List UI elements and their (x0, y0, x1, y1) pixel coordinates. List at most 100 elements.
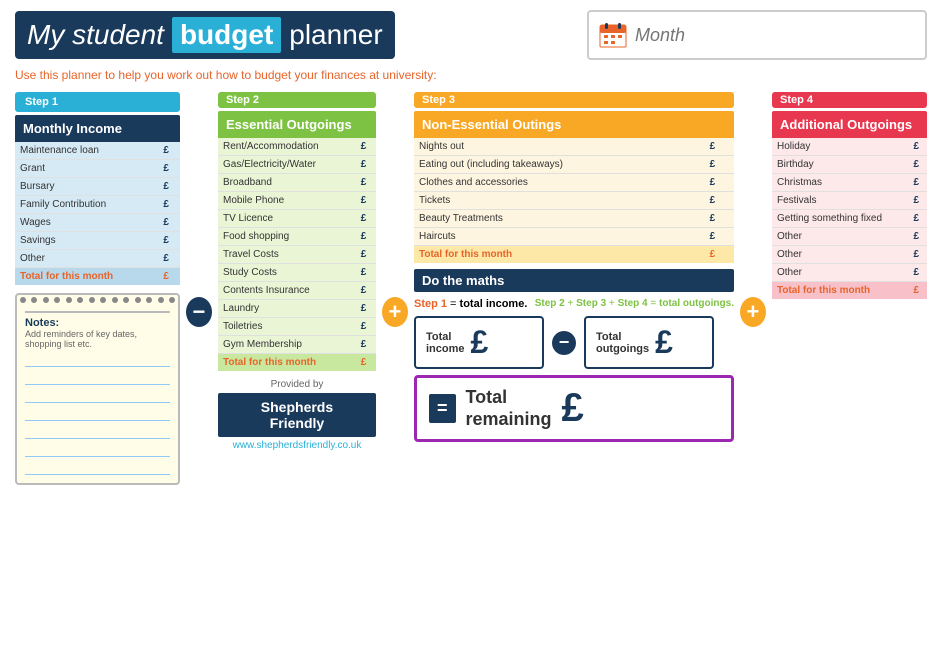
note-line (25, 387, 170, 403)
step1-column: Step 1 Monthly Income Maintenance loan£G… (15, 92, 180, 485)
note-line (25, 459, 170, 475)
title-my: My student (27, 19, 164, 51)
step2-table: Rent/Accommodation£Gas/Electricity/Water… (218, 138, 376, 371)
shepherds-brand: Shepherds Friendly (218, 393, 376, 437)
row-label: Birthday (772, 156, 909, 174)
row-value: £ (909, 174, 927, 192)
month-input-wrap[interactable] (587, 10, 927, 60)
step3-header: Non-Essential Outings (414, 111, 734, 138)
table-row: Nights out£ (414, 138, 734, 156)
table-row: Other£ (772, 264, 927, 282)
row-value: £ (356, 300, 376, 318)
table-row: Grant£ (15, 160, 180, 178)
total-remaining-label: Totalremaining (466, 387, 552, 430)
table-row: TV Licence£ (218, 210, 376, 228)
step1-label: Step 1 (15, 92, 180, 112)
row-label: Total for this month (15, 268, 158, 286)
table-row: Broadband£ (218, 174, 376, 192)
plus-operator-1: + (382, 297, 408, 327)
total-income-pound: £ (471, 324, 489, 361)
row-value: £ (356, 192, 376, 210)
do-maths-title: Do the maths (414, 269, 734, 292)
spiral-dot (89, 297, 95, 303)
row-value: £ (705, 174, 734, 192)
spiral-dot (112, 297, 118, 303)
row-value: £ (356, 318, 376, 336)
income-outgoing-row: Totalincome £ − Totaloutgoings £ (414, 316, 734, 369)
table-row: Toiletries£ (218, 318, 376, 336)
row-value: £ (158, 214, 180, 232)
spiral-dot (123, 297, 129, 303)
row-value: £ (356, 210, 376, 228)
row-value: £ (356, 228, 376, 246)
month-input[interactable] (635, 25, 915, 46)
table-row: Other£ (772, 246, 927, 264)
total-outgoing-pound: £ (655, 324, 673, 361)
step3-column: Step 3 Non-Essential Outings Nights out£… (414, 92, 734, 263)
table-row: Maintenance loan£ (15, 142, 180, 160)
maths-step1-text: Step 1 = total income. (414, 298, 527, 310)
spiral-dot (20, 297, 26, 303)
table-row: Food shopping£ (218, 228, 376, 246)
table-row: Gas/Electricity/Water£ (218, 156, 376, 174)
row-label: Food shopping (218, 228, 356, 246)
table-row: Tickets£ (414, 192, 734, 210)
shepherds-url: www.shepherdsfriendly.co.uk (218, 440, 376, 451)
note-line (25, 405, 170, 421)
step4-section: Additional Outgoings Holiday£Birthday£Ch… (772, 111, 927, 299)
row-label: Festivals (772, 192, 909, 210)
note-line (25, 423, 170, 439)
table-row: Festivals£ (772, 192, 927, 210)
step1-ref: Step 1 (414, 298, 447, 310)
notes-subtitle: Add reminders of key dates, shopping lis… (25, 329, 170, 349)
step4-column: Step 4 Additional Outgoings Holiday£Birt… (772, 92, 927, 299)
step1-header: Monthly Income (15, 115, 180, 142)
row-value: £ (158, 196, 180, 214)
row-label: TV Licence (218, 210, 356, 228)
main-grid: Step 1 Monthly Income Maintenance loan£G… (15, 92, 927, 485)
row-label: Travel Costs (218, 246, 356, 264)
row-value: £ (356, 246, 376, 264)
total-outgoing-box: Totaloutgoings £ (584, 316, 714, 369)
row-value: £ (356, 354, 376, 372)
row-value: £ (909, 192, 927, 210)
total-income-label: Totalincome (426, 331, 465, 355)
row-value: £ (909, 282, 927, 300)
calendar-icon (599, 21, 627, 49)
table-row: Getting something fixed£ (772, 210, 927, 228)
maths-steps: Step 1 = total income. Step 2 + Step 3 +… (414, 298, 734, 310)
table-row: Travel Costs£ (218, 246, 376, 264)
table-row: Mobile Phone£ (218, 192, 376, 210)
note-line (25, 369, 170, 385)
spiral-dot (146, 297, 152, 303)
table-row: Eating out (including takeaways)£ (414, 156, 734, 174)
row-value: £ (158, 250, 180, 268)
total-income-box: Totalincome £ (414, 316, 544, 369)
row-value: £ (909, 228, 927, 246)
notes-spiral (17, 295, 178, 305)
row-label: Holiday (772, 138, 909, 156)
row-label: Other (772, 264, 909, 282)
row-label: Total for this month (218, 354, 356, 372)
step3-table: Nights out£Eating out (including takeawa… (414, 138, 734, 263)
row-value: £ (356, 174, 376, 192)
row-value: £ (705, 228, 734, 246)
spiral-dot (158, 297, 164, 303)
total-remaining-box: = Totalremaining £ (414, 375, 734, 442)
row-value: £ (909, 138, 927, 156)
step1-table: Maintenance loan£Grant£Bursary£Family Co… (15, 142, 180, 285)
step3-section: Non-Essential Outings Nights out£Eating … (414, 111, 734, 263)
table-row: Total for this month£ (218, 354, 376, 372)
maths-step234-text: Step 2 + Step 3 + Step 4 = total outgoin… (535, 298, 734, 310)
spiral-dot (31, 297, 37, 303)
notes-box: Notes: Add reminders of key dates, shopp… (15, 293, 180, 485)
row-label: Other (15, 250, 158, 268)
row-label: Tickets (414, 192, 705, 210)
table-row: Holiday£ (772, 138, 927, 156)
header: My student budget planner (15, 10, 927, 60)
row-label: Clothes and accessories (414, 174, 705, 192)
row-label: Mobile Phone (218, 192, 356, 210)
title-block: My student budget planner (15, 11, 395, 59)
spiral-dot (169, 297, 175, 303)
title-budget: budget (172, 17, 281, 53)
